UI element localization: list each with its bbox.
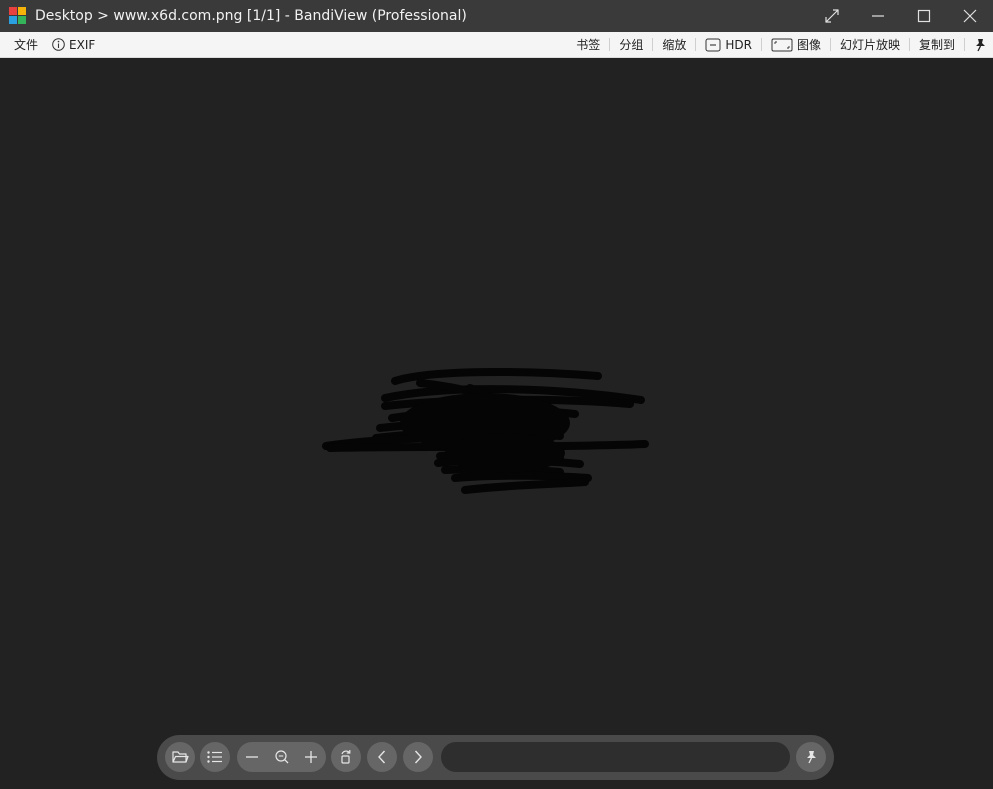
maximize-icon <box>917 9 931 23</box>
menu-divider <box>829 38 831 51</box>
menu-file[interactable]: 文件 <box>14 36 38 53</box>
close-icon <box>963 9 977 23</box>
fullscreen-button[interactable] <box>809 0 855 32</box>
zoom-fit-icon <box>275 750 289 764</box>
menu-divider <box>652 38 654 51</box>
next-image-button[interactable] <box>403 742 433 772</box>
open-folder-button[interactable] <box>165 742 195 772</box>
menu-hdr-label: HDR <box>725 37 752 52</box>
menu-divider <box>964 38 965 51</box>
image-viewport[interactable] <box>0 58 993 789</box>
zoom-out-icon <box>246 756 258 758</box>
maximize-button[interactable] <box>901 0 947 32</box>
menu-slideshow-label: 幻灯片放映 <box>839 38 900 52</box>
menu-copy-to-label: 复制到 <box>918 38 955 52</box>
zoom-controls <box>237 742 326 772</box>
title-bar: Desktop > www.x6d.com.png [1/1] - BandiV… <box>0 0 993 32</box>
info-icon <box>52 38 65 51</box>
menu-bookmark-label: 书签 <box>576 38 601 52</box>
zoom-in-icon <box>305 751 317 763</box>
bottom-toolbar <box>157 735 834 780</box>
menu-slideshow[interactable]: 幻灯片放映 <box>840 36 900 53</box>
menu-zoom[interactable]: 缩放 <box>662 36 686 53</box>
menu-exif[interactable]: EXIF <box>52 38 95 52</box>
rotate-icon <box>341 750 351 764</box>
menu-image-label: 图像 <box>796 38 821 52</box>
image-fit-icon <box>771 38 793 51</box>
bandiview-logo-icon <box>9 7 27 25</box>
menu-divider <box>609 38 611 51</box>
menu-group[interactable]: 分组 <box>619 36 643 53</box>
pin-icon <box>976 38 985 51</box>
menu-file-label: 文件 <box>14 38 39 52</box>
minimize-icon <box>872 15 884 17</box>
pin-icon <box>806 751 816 764</box>
toolbar-pin-button[interactable] <box>796 742 826 772</box>
menu-zoom-label: 缩放 <box>662 38 687 52</box>
menu-bookmark[interactable]: 书签 <box>576 36 600 53</box>
menu-hdr[interactable]: HDR <box>705 38 752 52</box>
menu-divider <box>760 38 762 51</box>
rotate-button[interactable] <box>331 742 361 772</box>
next-icon <box>414 750 422 764</box>
list-icon <box>207 751 222 763</box>
filename-field[interactable] <box>441 742 790 772</box>
zoom-in-button[interactable] <box>296 742 326 772</box>
minimize-button[interactable] <box>855 0 901 32</box>
redacted-image <box>322 368 649 494</box>
window-title: Desktop > www.x6d.com.png [1/1] - BandiV… <box>35 8 467 24</box>
menu-exif-label: EXIF <box>69 37 96 52</box>
zoom-out-button[interactable] <box>237 742 267 772</box>
menu-copy-to[interactable]: 复制到 <box>919 36 955 53</box>
menu-group-label: 分组 <box>619 38 644 52</box>
menu-divider <box>908 38 910 51</box>
menu-image[interactable]: 图像 <box>771 36 821 53</box>
zoom-fit-button[interactable] <box>267 742 297 772</box>
prev-icon <box>378 750 386 764</box>
menu-pin-button[interactable] <box>974 38 987 52</box>
menu-divider <box>695 38 697 51</box>
close-button[interactable] <box>947 0 993 32</box>
file-list-button[interactable] <box>200 742 230 772</box>
menu-bar: 文件 EXIF 书签 分组 缩放 HDR 图像 幻灯片放映 复制到 <box>0 32 993 58</box>
folder-icon <box>172 751 189 763</box>
hdr-box-icon <box>705 38 721 51</box>
previous-image-button[interactable] <box>367 742 397 772</box>
fullscreen-icon <box>825 9 839 23</box>
